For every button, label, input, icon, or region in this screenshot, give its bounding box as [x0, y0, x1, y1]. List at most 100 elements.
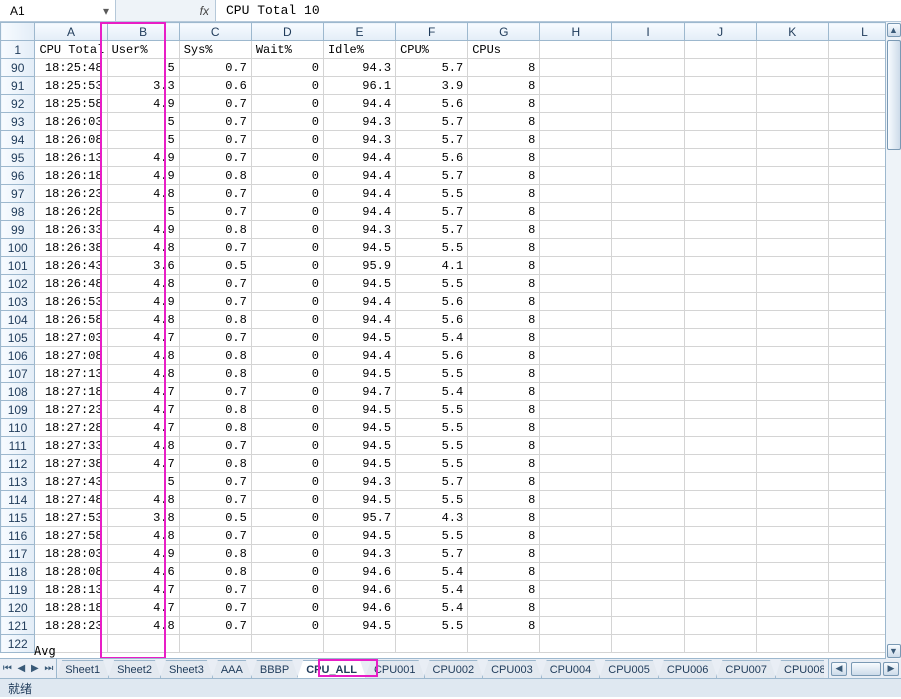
cell[interactable]	[684, 509, 756, 527]
cell[interactable]	[540, 419, 612, 437]
cell[interactable]: 8	[468, 167, 540, 185]
cell[interactable]	[756, 617, 828, 635]
cell[interactable]: 5.6	[396, 95, 468, 113]
cell[interactable]	[756, 527, 828, 545]
cell[interactable]	[612, 527, 684, 545]
cell[interactable]: 18:26:38	[35, 239, 107, 257]
cell[interactable]	[756, 59, 828, 77]
sheet-tab-sheet3[interactable]: Sheet3	[160, 660, 213, 678]
cell[interactable]: 8	[468, 491, 540, 509]
cell[interactable]: Wait%	[251, 41, 323, 59]
cell[interactable]	[612, 239, 684, 257]
cell[interactable]: 0	[251, 437, 323, 455]
cell[interactable]	[756, 77, 828, 95]
cell[interactable]	[612, 113, 684, 131]
cell[interactable]	[540, 581, 612, 599]
cell[interactable]: 5.4	[396, 563, 468, 581]
sheet-tab-cpu007[interactable]: CPU007	[716, 660, 776, 678]
cell[interactable]	[684, 257, 756, 275]
cell[interactable]	[684, 599, 756, 617]
row-header[interactable]: 114	[1, 491, 35, 509]
cell[interactable]: 0.8	[179, 563, 251, 581]
cell[interactable]: 4.8	[107, 527, 179, 545]
cell[interactable]: 3.8	[107, 509, 179, 527]
cell[interactable]: 8	[468, 275, 540, 293]
col-header-I[interactable]: I	[612, 23, 684, 41]
cell[interactable]	[756, 437, 828, 455]
cell[interactable]	[684, 329, 756, 347]
cell[interactable]: 5.7	[396, 131, 468, 149]
cell[interactable]	[684, 347, 756, 365]
cell[interactable]: 0.7	[179, 473, 251, 491]
cell[interactable]: 5.4	[396, 599, 468, 617]
cell[interactable]	[684, 635, 756, 653]
row-header[interactable]: 91	[1, 77, 35, 95]
cell[interactable]: 4.7	[107, 419, 179, 437]
horizontal-scrollbar[interactable]: ◀ ▶	[828, 659, 901, 678]
cell[interactable]	[612, 617, 684, 635]
cell[interactable]: 0	[251, 581, 323, 599]
cell[interactable]	[612, 59, 684, 77]
cell[interactable]	[756, 221, 828, 239]
cell[interactable]: 0.7	[179, 437, 251, 455]
cell[interactable]: 18:27:58	[35, 527, 107, 545]
cell[interactable]: 4.9	[107, 95, 179, 113]
cell[interactable]: 0	[251, 401, 323, 419]
cell[interactable]	[540, 383, 612, 401]
col-header-G[interactable]: G	[468, 23, 540, 41]
row-header[interactable]: 101	[1, 257, 35, 275]
cell[interactable]: 5.5	[396, 185, 468, 203]
cell[interactable]	[756, 383, 828, 401]
cell[interactable]: 18:26:03	[35, 113, 107, 131]
cell[interactable]: 94.4	[323, 149, 395, 167]
cell[interactable]: CPU Total	[35, 41, 107, 59]
cell[interactable]: 5.5	[396, 419, 468, 437]
cell[interactable]: 8	[468, 347, 540, 365]
cell[interactable]: 18:26:58	[35, 311, 107, 329]
cell[interactable]: 0.8	[179, 365, 251, 383]
cell[interactable]: 4.8	[107, 437, 179, 455]
cell[interactable]: 8	[468, 59, 540, 77]
row-header[interactable]: 111	[1, 437, 35, 455]
cell[interactable]: 8	[468, 329, 540, 347]
tab-nav-last-icon[interactable]: ⏭	[44, 663, 53, 674]
cell[interactable]	[540, 203, 612, 221]
cell[interactable]: 4.8	[107, 275, 179, 293]
vscroll-thumb[interactable]	[887, 40, 901, 150]
sheet-tab-cpu006[interactable]: CPU006	[658, 660, 718, 678]
cell[interactable]: 0.6	[179, 77, 251, 95]
cell[interactable]	[612, 635, 684, 653]
cell[interactable]	[540, 401, 612, 419]
row-header[interactable]: 112	[1, 455, 35, 473]
cell[interactable]: User%	[107, 41, 179, 59]
row-header[interactable]: 97	[1, 185, 35, 203]
cell[interactable]	[684, 203, 756, 221]
cell[interactable]: 5.7	[396, 203, 468, 221]
cell[interactable]: 8	[468, 239, 540, 257]
cell[interactable]: 8	[468, 599, 540, 617]
cell[interactable]: 4.7	[107, 383, 179, 401]
cell[interactable]	[684, 185, 756, 203]
cell[interactable]: 94.3	[323, 59, 395, 77]
cell[interactable]: CPUs	[468, 41, 540, 59]
cell[interactable]: 0	[251, 365, 323, 383]
cell[interactable]	[756, 311, 828, 329]
cell[interactable]	[684, 275, 756, 293]
cell[interactable]: 0	[251, 77, 323, 95]
cell[interactable]: 0	[251, 293, 323, 311]
cell[interactable]	[540, 545, 612, 563]
cell[interactable]	[540, 347, 612, 365]
row-header[interactable]: 104	[1, 311, 35, 329]
cell[interactable]	[684, 167, 756, 185]
cell[interactable]: 0	[251, 491, 323, 509]
cell[interactable]: 94.4	[323, 203, 395, 221]
row-header[interactable]: 106	[1, 347, 35, 365]
cell[interactable]: 5.6	[396, 149, 468, 167]
cell[interactable]: 3.3	[107, 77, 179, 95]
cell[interactable]	[684, 311, 756, 329]
row-header[interactable]: 99	[1, 221, 35, 239]
cell[interactable]: 4.8	[107, 617, 179, 635]
sheet-tab-sheet2[interactable]: Sheet2	[108, 660, 161, 678]
cell[interactable]: 18:27:03	[35, 329, 107, 347]
row-header[interactable]: 118	[1, 563, 35, 581]
